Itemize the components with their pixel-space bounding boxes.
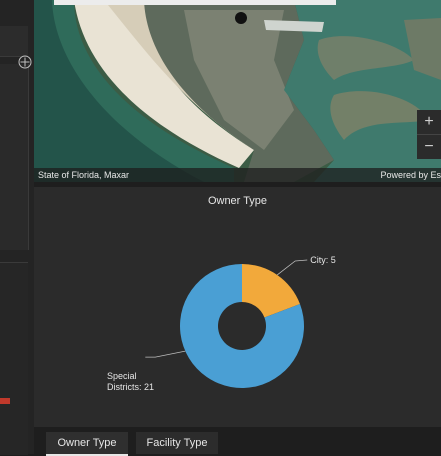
map-overlay-bar [54, 0, 336, 5]
attribution-source: State of Florida, Maxar [38, 170, 130, 180]
label-city: City: 5 [310, 255, 336, 265]
label-special-districts: Special Districts: 21 [107, 371, 154, 392]
bar-mark [0, 398, 10, 404]
tab-facility-type[interactable]: Facility Type [136, 432, 218, 454]
map-attribution: State of Florida, Maxar Powered by Es [34, 168, 441, 182]
expand-icon[interactable] [18, 55, 32, 69]
tab-owner-type[interactable]: Owner Type [46, 432, 128, 456]
owner-type-chart: Owner Type City: 5 Special Districts: 21 [34, 187, 441, 427]
chart-tabs: Owner Type Facility Type [34, 429, 441, 456]
donut-chart: City: 5 Special Districts: 21 [107, 255, 336, 392]
panel-header [0, 26, 28, 57]
attribution-powered-by[interactable]: Powered by Es [380, 170, 441, 180]
satellite-imagery [34, 0, 441, 182]
leader-line-special-districts [145, 350, 186, 358]
panel-chart [0, 262, 28, 455]
leader-line-city [276, 259, 308, 276]
map-view[interactable]: + − State of Florida, Maxar Powered by E… [34, 0, 441, 182]
zoom-in-button[interactable]: + [417, 110, 441, 135]
panel-list [0, 64, 29, 250]
zoom-out-button[interactable]: − [417, 135, 441, 159]
